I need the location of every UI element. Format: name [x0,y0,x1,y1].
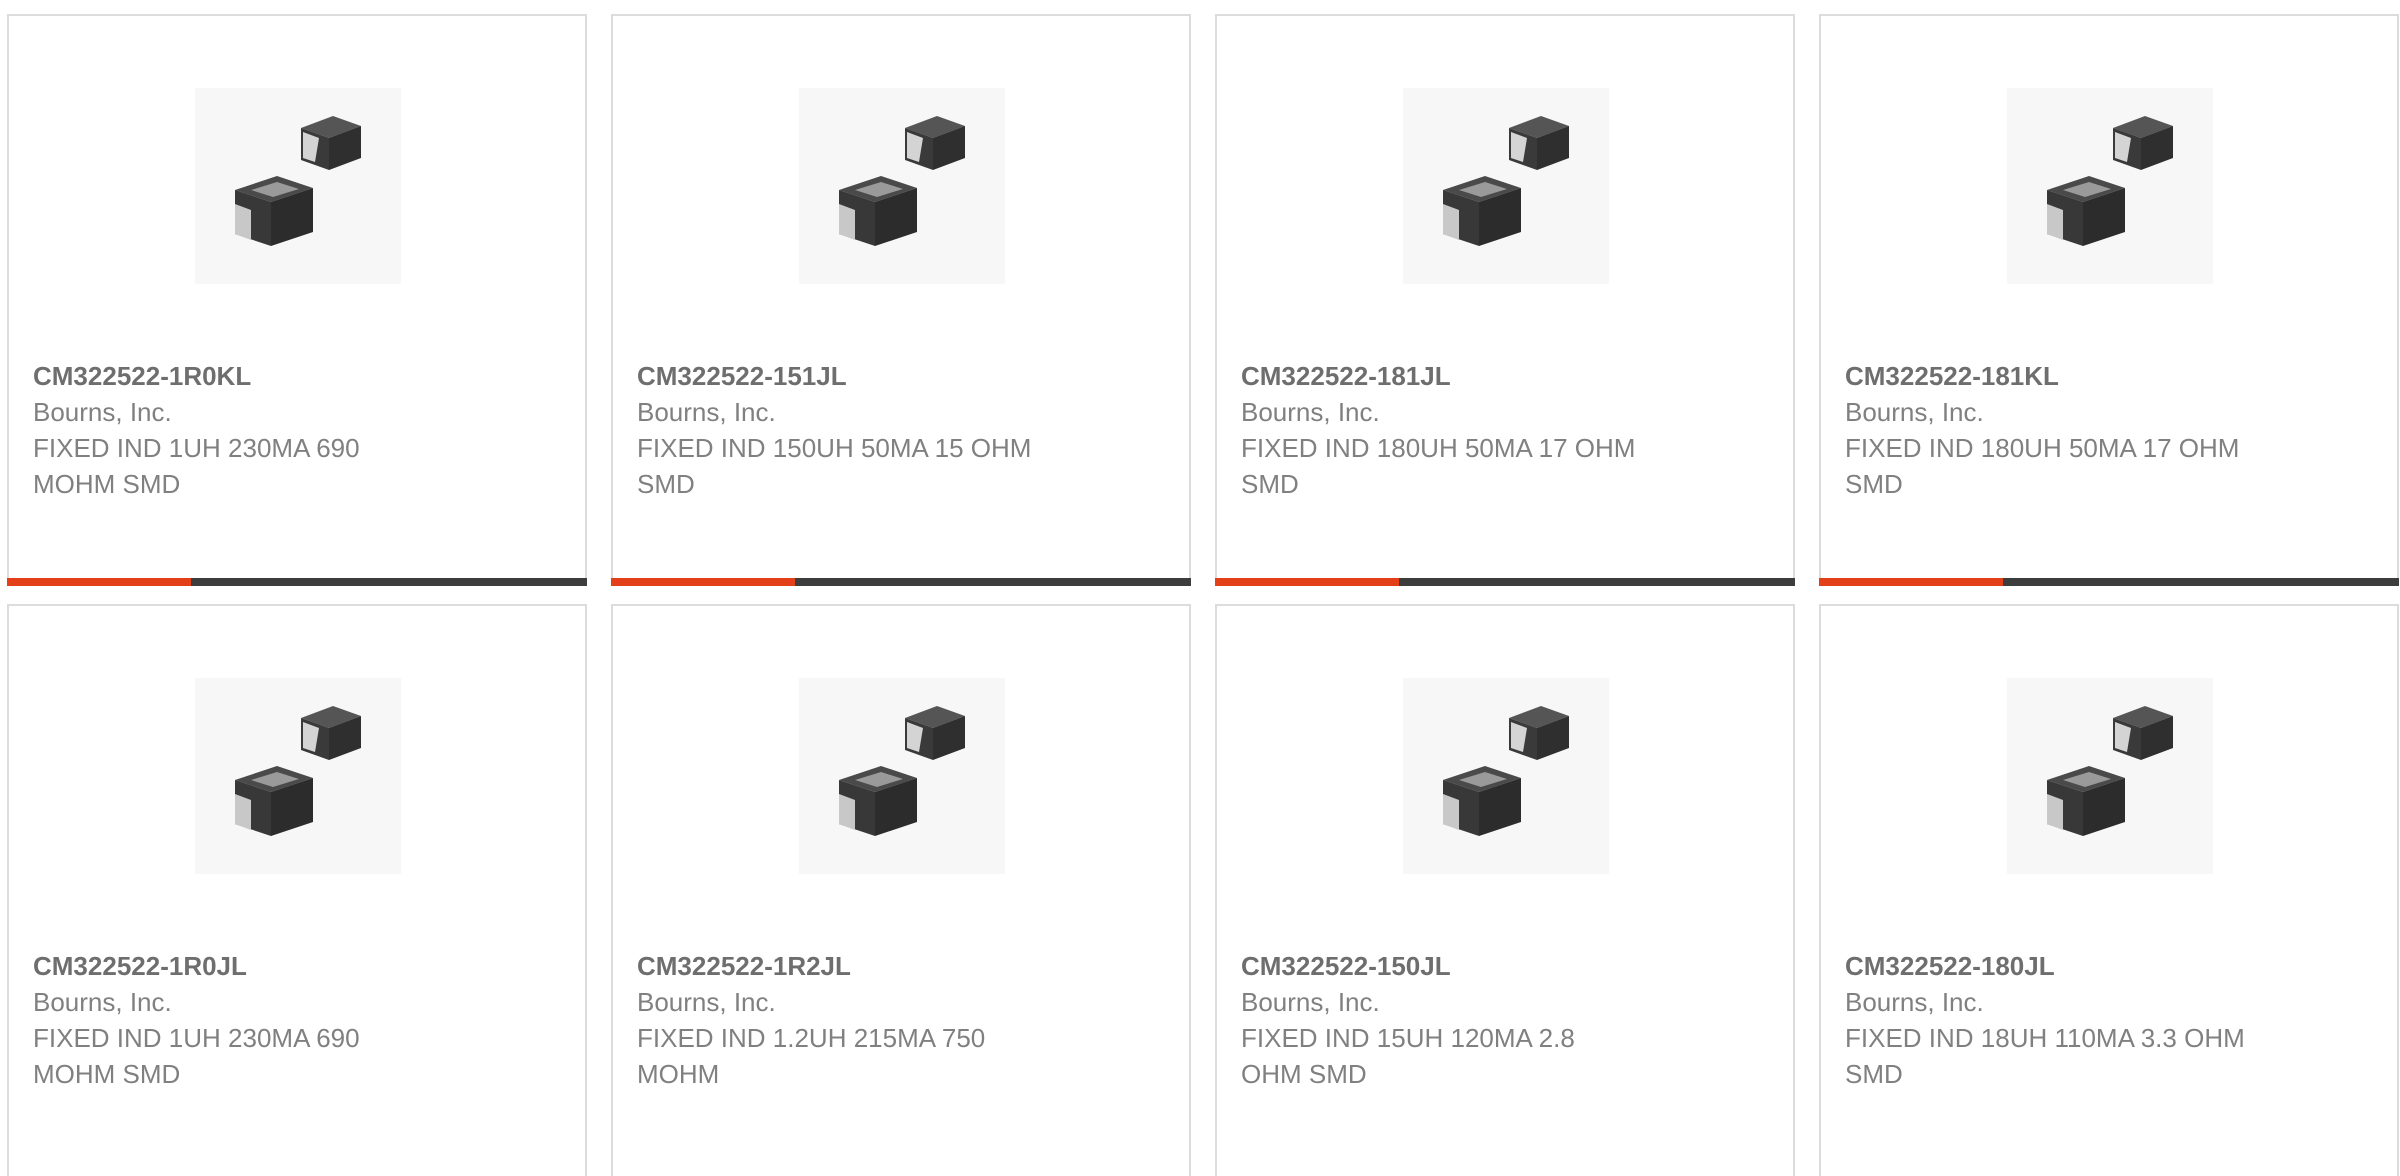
manufacturer-name: Bourns, Inc. [33,987,172,1017]
part-number-link[interactable]: CM322522-1R0JL [33,948,561,984]
product-info: CM322522-1R2JL Bourns, Inc. FIXED IND 1.2U… [637,948,1165,1092]
product-info: CM322522-181JL Bourns, Inc. FIXED IND 180U… [1241,358,1769,502]
manufacturer-name: Bourns, Inc. [1845,397,1984,427]
smd-inductor-image[interactable] [799,678,1005,874]
manufacturer-name: Bourns, Inc. [637,397,776,427]
smd-inductor-image[interactable] [1403,88,1609,284]
accent-segment [7,578,191,586]
part-number-link[interactable]: CM322522-150JL [1241,948,1769,984]
card-accent-bar [1819,578,2399,586]
part-number-link[interactable]: CM322522-151JL [637,358,1165,394]
product-card[interactable]: CM322522-1R0KL Bourns, Inc. FIXED IND 1UH … [7,14,587,586]
manufacturer-name: Bourns, Inc. [1241,397,1380,427]
manufacturer-name: Bourns, Inc. [1845,987,1984,1017]
accent-segment [1819,578,2003,586]
product-card[interactable]: CM322522-180JL Bourns, Inc. FIXED IND 18UH… [1819,604,2399,1176]
part-number-link[interactable]: CM322522-1R0KL [33,358,561,394]
accent-segment [611,578,795,586]
product-info: CM322522-1R0KL Bourns, Inc. FIXED IND 1UH … [33,358,561,502]
card-accent-bar [611,578,1191,586]
smd-inductor-image[interactable] [195,88,401,284]
product-grid: CM322522-1R0KL Bourns, Inc. FIXED IND 1UH … [0,0,2400,1176]
accent-segment [1215,578,1399,586]
smd-inductor-image[interactable] [2007,88,2213,284]
manufacturer-name: Bourns, Inc. [1241,987,1380,1017]
smd-inductor-image[interactable] [799,88,1005,284]
product-description: FIXED IND 180UH 50MA 17 OHM SMD [1241,433,1636,499]
product-description: FIXED IND 1UH 230MA 690 MOHM SMD [33,1023,360,1089]
part-number-link[interactable]: CM322522-181JL [1241,358,1769,394]
product-description: FIXED IND 15UH 120MA 2.8 OHM SMD [1241,1023,1575,1089]
product-card[interactable]: CM322522-1R2JL Bourns, Inc. FIXED IND 1.2U… [611,604,1191,1176]
smd-inductor-image[interactable] [1403,678,1609,874]
part-number-link[interactable]: CM322522-1R2JL [637,948,1165,984]
card-accent-bar [1215,578,1795,586]
product-info: CM322522-150JL Bourns, Inc. FIXED IND 15UH… [1241,948,1769,1092]
smd-inductor-image[interactable] [195,678,401,874]
product-card[interactable]: CM322522-181JL Bourns, Inc. FIXED IND 180U… [1215,14,1795,586]
product-info: CM322522-151JL Bourns, Inc. FIXED IND 150U… [637,358,1165,502]
smd-inductor-image[interactable] [2007,678,2213,874]
product-info: CM322522-181KL Bourns, Inc. FIXED IND 180U… [1845,358,2373,502]
manufacturer-name: Bourns, Inc. [637,987,776,1017]
part-number-link[interactable]: CM322522-181KL [1845,358,2373,394]
product-description: FIXED IND 180UH 50MA 17 OHM SMD [1845,433,2240,499]
product-card[interactable]: CM322522-151JL Bourns, Inc. FIXED IND 150U… [611,14,1191,586]
product-description: FIXED IND 150UH 50MA 15 OHM SMD [637,433,1032,499]
card-accent-bar [7,578,587,586]
product-description: FIXED IND 1UH 230MA 690 MOHM SMD [33,433,360,499]
product-info: CM322522-180JL Bourns, Inc. FIXED IND 18UH… [1845,948,2373,1092]
part-number-link[interactable]: CM322522-180JL [1845,948,2373,984]
product-card[interactable]: CM322522-1R0JL Bourns, Inc. FIXED IND 1UH … [7,604,587,1176]
product-info: CM322522-1R0JL Bourns, Inc. FIXED IND 1UH … [33,948,561,1092]
product-description: FIXED IND 1.2UH 215MA 750 MOHM [637,1023,986,1089]
manufacturer-name: Bourns, Inc. [33,397,172,427]
product-card[interactable]: CM322522-150JL Bourns, Inc. FIXED IND 15UH… [1215,604,1795,1176]
product-description: FIXED IND 18UH 110MA 3.3 OHM SMD [1845,1023,2245,1089]
product-card[interactable]: CM322522-181KL Bourns, Inc. FIXED IND 180U… [1819,14,2399,586]
